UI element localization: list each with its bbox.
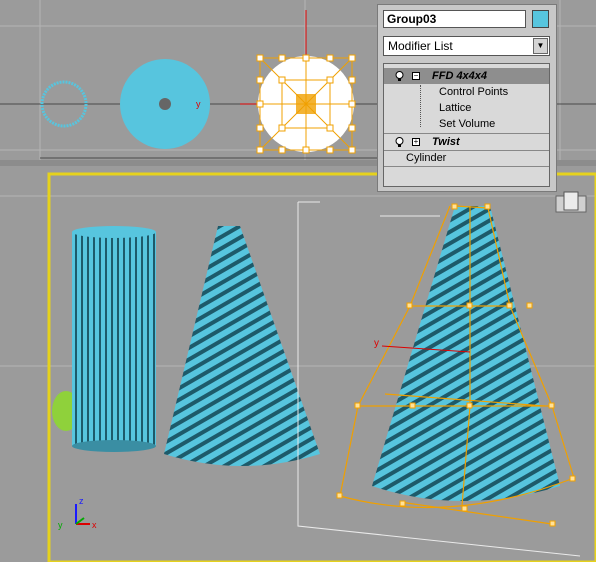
stack-item-base[interactable]: Cylinder (384, 150, 549, 166)
lattice-label: Lattice (439, 102, 472, 114)
stack-subitem[interactable]: Set Volume (384, 116, 549, 132)
modifier-panel: Group03 Modifier List ▼ − FFD 4x4x4 Cont… (377, 4, 557, 192)
axis-tripod-icon: z x y (58, 496, 97, 530)
ffd-modifier-label: FFD 4x4x4 (432, 70, 488, 82)
svg-text:y: y (374, 338, 379, 349)
control-points-label: Control Points (439, 86, 509, 98)
stack-subitem[interactable]: Lattice (384, 100, 549, 116)
svg-text:z: z (79, 496, 84, 506)
chevron-down-icon[interactable]: ▼ (533, 38, 548, 54)
viewcube-icon[interactable] (555, 191, 587, 213)
perspective-viewport-canvas[interactable]: y z x y (0, 166, 596, 562)
svg-text:y: y (58, 520, 63, 530)
svg-text:y: y (196, 99, 201, 109)
twisted-cone-object (164, 226, 320, 466)
lightbulb-icon[interactable] (395, 137, 404, 147)
collapse-icon[interactable]: − (412, 72, 420, 80)
twist-modifier-label: Twist (432, 136, 460, 148)
modifier-stack[interactable]: − FFD 4x4x4 Control Points Lattice Set V… (383, 63, 550, 187)
expand-icon[interactable]: + (412, 138, 420, 146)
set-volume-label: Set Volume (439, 118, 496, 130)
object-color-swatch[interactable] (532, 10, 549, 28)
cylinder-label: Cylinder (406, 152, 447, 164)
object-name-field[interactable]: Group03 (383, 10, 526, 28)
svg-text:x: x (92, 520, 97, 530)
stack-subitem[interactable]: Control Points (384, 84, 549, 100)
stack-item-twist[interactable]: + Twist (384, 134, 549, 150)
lightbulb-icon[interactable] (395, 71, 404, 81)
modifier-list-dropdown[interactable]: Modifier List ▼ (383, 36, 550, 56)
stack-item-ffd[interactable]: − FFD 4x4x4 (384, 68, 549, 84)
perspective-viewport[interactable]: y z x y (0, 166, 596, 562)
modifier-list-label: Modifier List (388, 39, 453, 53)
divider (384, 166, 549, 167)
twisted-cylinder-object (72, 226, 156, 452)
